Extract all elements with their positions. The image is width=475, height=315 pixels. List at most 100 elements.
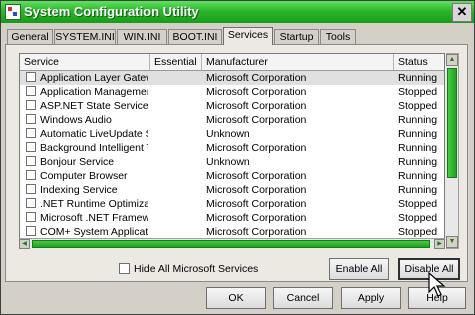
- service-checkbox[interactable]: [26, 142, 36, 152]
- service-checkbox[interactable]: [26, 128, 36, 138]
- service-manufacturer: Microsoft Corporation: [206, 212, 307, 224]
- list-header: Service Essential Manufacturer Status: [20, 54, 444, 71]
- service-status: Running: [398, 128, 438, 140]
- column-header-manufacturer[interactable]: Manufacturer: [202, 54, 394, 70]
- service-status: Running: [398, 156, 438, 168]
- scroll-left-icon[interactable]: ◀: [19, 239, 30, 249]
- tab-tools[interactable]: Tools: [320, 29, 356, 44]
- table-row[interactable]: Automatic LiveUpdate Sc... Unknown Running: [20, 127, 444, 141]
- service-name: .NET Runtime Optimizati...: [40, 198, 148, 210]
- table-row[interactable]: .NET Runtime Optimizati... Microsoft Corp…: [20, 197, 444, 211]
- services-list[interactable]: Service Essential Manufacturer Status Ap…: [19, 53, 445, 249]
- service-essential: [154, 127, 200, 141]
- service-checkbox[interactable]: [26, 170, 36, 180]
- vertical-scroll-thumb[interactable]: [447, 68, 457, 178]
- system-configuration-window: System Configuration Utility ✕ General S…: [0, 0, 475, 315]
- service-manufacturer: Microsoft Corporation: [206, 142, 307, 154]
- table-row[interactable]: Microsoft .NET Framewo... Microsoft Corpo…: [20, 211, 444, 225]
- service-manufacturer: Unknown: [206, 128, 250, 140]
- horizontal-scroll-thumb[interactable]: [32, 240, 430, 248]
- service-checkbox[interactable]: [26, 114, 36, 124]
- service-essential: [154, 183, 200, 197]
- service-name: COM+ System Application: [40, 226, 148, 238]
- table-row[interactable]: Indexing Service Microsoft Corporation Run…: [20, 183, 444, 197]
- scroll-up-icon[interactable]: ▲: [446, 54, 458, 66]
- service-name: Application Layer Gatew...: [40, 72, 148, 84]
- service-status: Stopped: [398, 226, 438, 238]
- service-checkbox[interactable]: [26, 72, 36, 82]
- tab-services[interactable]: Services: [223, 27, 273, 45]
- service-essential: [154, 113, 200, 127]
- service-name: Indexing Service: [40, 184, 118, 196]
- close-button[interactable]: ✕: [452, 3, 472, 22]
- hide-microsoft-services-label: Hide All Microsoft Services: [134, 263, 259, 275]
- service-essential: [154, 169, 200, 183]
- column-header-essential[interactable]: Essential: [150, 54, 202, 70]
- tab-boot-ini[interactable]: BOOT.INI: [168, 29, 222, 44]
- service-manufacturer: Microsoft Corporation: [206, 86, 307, 98]
- service-status: Running: [398, 72, 438, 84]
- service-status: Stopped: [398, 86, 438, 98]
- service-checkbox[interactable]: [26, 86, 36, 96]
- vertical-scrollbar[interactable]: ▲ ▼: [446, 53, 459, 249]
- table-row[interactable]: Computer Browser Microsoft Corporation Run…: [20, 169, 444, 183]
- service-name: Automatic LiveUpdate Sc...: [40, 128, 148, 140]
- column-header-service[interactable]: Service: [20, 54, 150, 70]
- service-manufacturer: Microsoft Corporation: [206, 114, 307, 126]
- apply-button[interactable]: Apply: [341, 287, 401, 309]
- service-name: Windows Audio: [40, 114, 112, 126]
- service-manufacturer: Unknown: [206, 156, 250, 168]
- service-manufacturer: Microsoft Corporation: [206, 100, 307, 112]
- service-manufacturer: Microsoft Corporation: [206, 198, 307, 210]
- service-manufacturer: Microsoft Corporation: [206, 226, 307, 238]
- service-status: Stopped: [398, 198, 438, 210]
- service-essential: [154, 141, 200, 155]
- enable-all-button[interactable]: Enable All: [329, 258, 389, 280]
- service-checkbox[interactable]: [26, 198, 36, 208]
- service-status: Running: [398, 170, 438, 182]
- tab-win-ini[interactable]: WIN.INI: [117, 29, 167, 44]
- column-header-status[interactable]: Status: [394, 54, 444, 70]
- cancel-button[interactable]: Cancel: [273, 287, 333, 309]
- table-row[interactable]: Windows Audio Microsoft Corporation Runnin…: [20, 113, 444, 127]
- service-checkbox[interactable]: [26, 156, 36, 166]
- service-name: Background Intelligent T...: [40, 142, 148, 154]
- table-row[interactable]: COM+ System Application Microsoft Corpora…: [20, 225, 444, 239]
- service-name: Bonjour Service: [40, 156, 115, 168]
- tab-system-ini[interactable]: SYSTEM.INI: [54, 29, 116, 44]
- title-bar[interactable]: System Configuration Utility ✕: [1, 1, 474, 23]
- table-row[interactable]: Background Intelligent T... Microsoft Cor…: [20, 141, 444, 155]
- service-checkbox[interactable]: [26, 212, 36, 222]
- service-essential: [154, 99, 200, 113]
- horizontal-scrollbar[interactable]: ◀ ▶: [19, 238, 445, 249]
- service-checkbox[interactable]: [26, 184, 36, 194]
- table-row[interactable]: Bonjour Service Unknown Running: [20, 155, 444, 169]
- table-row[interactable]: ASP.NET State Service Microsoft Corporati…: [20, 99, 444, 113]
- system-config-icon: [5, 4, 21, 20]
- tab-startup[interactable]: Startup: [274, 29, 319, 44]
- mouse-pointer-icon: [428, 272, 446, 297]
- service-essential: [154, 197, 200, 211]
- service-status: Stopped: [398, 212, 438, 224]
- service-manufacturer: Microsoft Corporation: [206, 184, 307, 196]
- service-essential: [154, 225, 200, 239]
- service-status: Running: [398, 114, 438, 126]
- hide-microsoft-services-checkbox[interactable]: [119, 263, 130, 274]
- service-manufacturer: Microsoft Corporation: [206, 72, 307, 84]
- service-checkbox[interactable]: [26, 226, 36, 236]
- ok-button[interactable]: OK: [206, 287, 266, 309]
- service-status: Running: [398, 184, 438, 196]
- service-name: Microsoft .NET Framewo...: [40, 212, 148, 224]
- service-status: Running: [398, 142, 438, 154]
- table-row[interactable]: Application Management Microsoft Corporat…: [20, 85, 444, 99]
- service-name: ASP.NET State Service: [40, 100, 148, 112]
- tab-general[interactable]: General: [7, 29, 53, 44]
- service-manufacturer: Microsoft Corporation: [206, 170, 307, 182]
- service-checkbox[interactable]: [26, 100, 36, 110]
- table-row[interactable]: Application Layer Gatew... Microsoft Corp…: [20, 71, 444, 85]
- scroll-right-icon[interactable]: ▶: [434, 239, 445, 249]
- service-name: Application Management: [40, 86, 148, 98]
- service-essential: [154, 71, 200, 85]
- scroll-down-icon[interactable]: ▼: [446, 236, 458, 248]
- window-title: System Configuration Utility: [24, 4, 199, 19]
